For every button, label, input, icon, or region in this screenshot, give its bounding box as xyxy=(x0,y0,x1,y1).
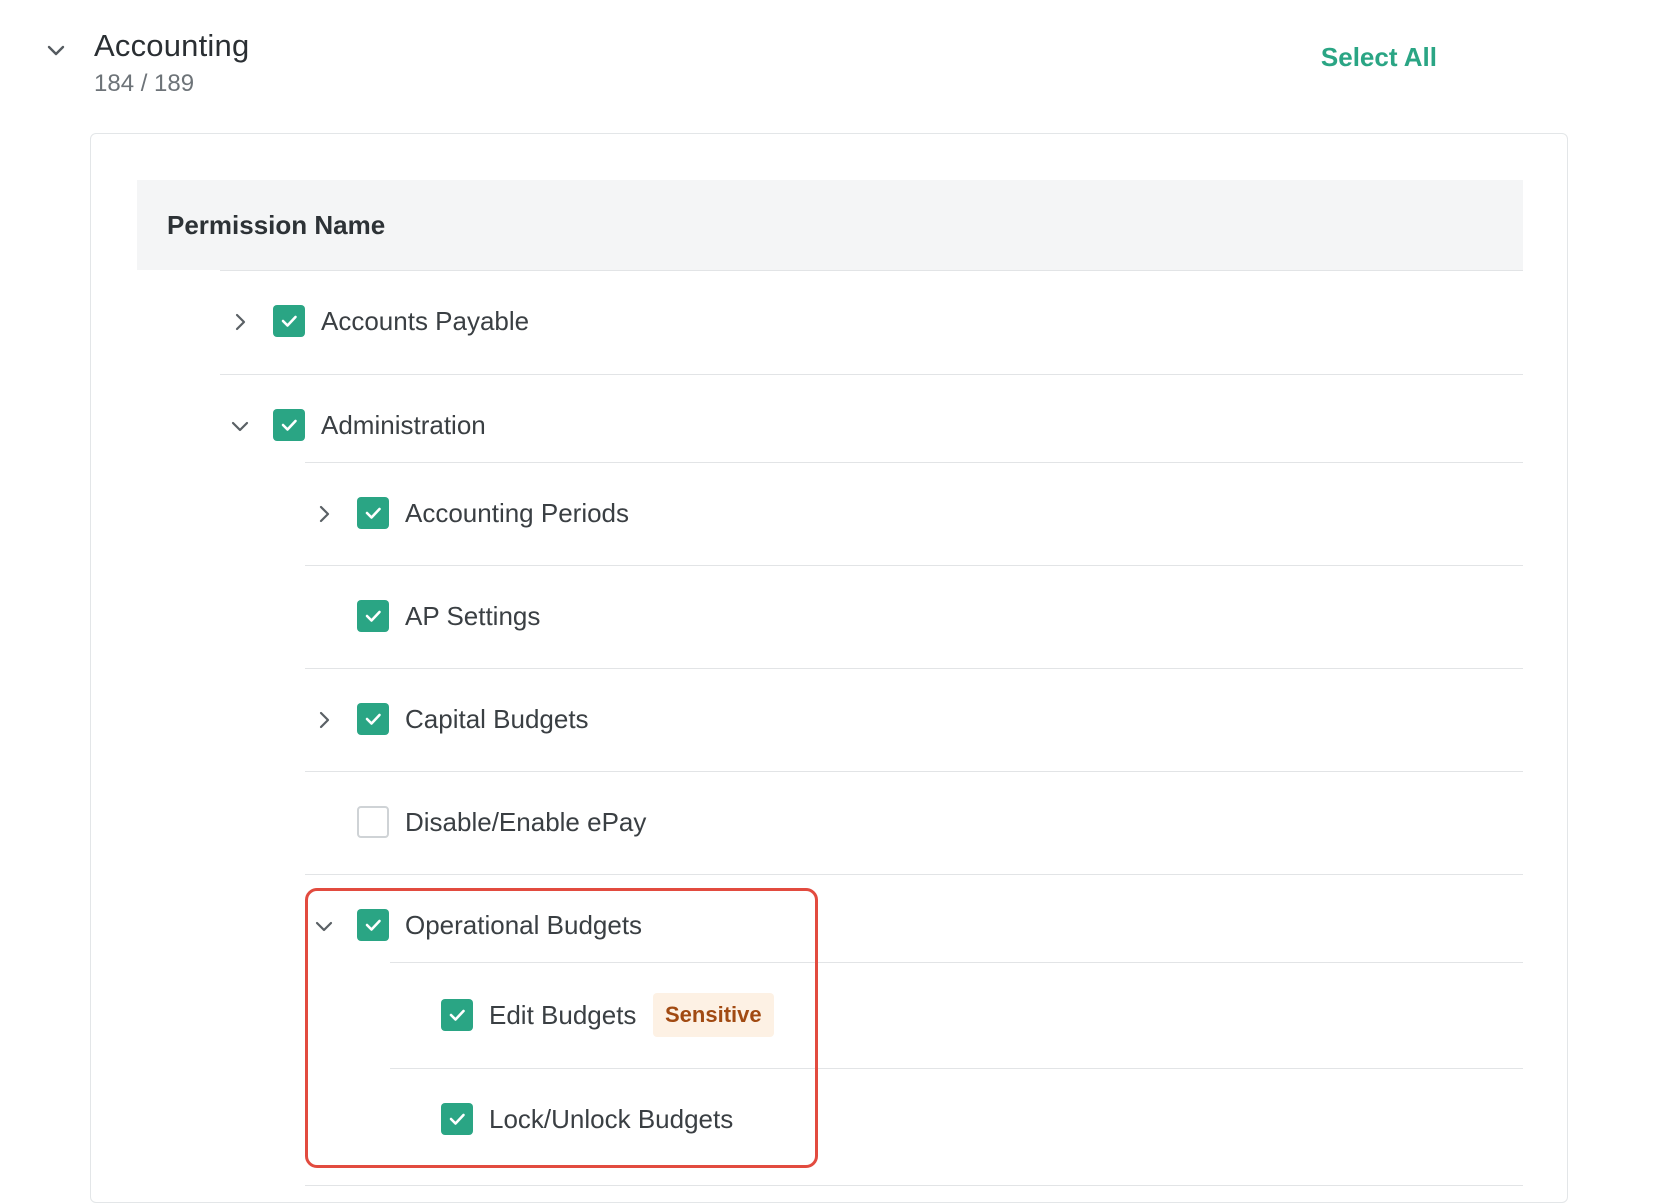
expand-accounting-periods-chevron-right-icon[interactable] xyxy=(313,503,335,525)
highlight-annotation-box xyxy=(305,888,818,1168)
checkbox-administration[interactable] xyxy=(273,409,305,441)
checkmark-icon xyxy=(281,315,297,327)
column-header-permission-name: Permission Name xyxy=(167,210,386,240)
permission-label-ap-settings: AP Settings xyxy=(405,601,541,631)
expand-capital-budgets-chevron-right-icon[interactable] xyxy=(313,709,335,731)
permission-label-accounts-payable: Accounts Payable xyxy=(321,306,530,336)
checkbox-capital-budgets[interactable] xyxy=(357,703,389,735)
checkbox-disable-enable-epay[interactable] xyxy=(357,806,389,838)
permission-label-administration: Administration xyxy=(321,410,486,440)
expand-accounts-payable-chevron-right-icon[interactable] xyxy=(229,311,251,333)
row-divider xyxy=(305,771,1523,772)
select-all-button[interactable]: Select All xyxy=(1321,42,1437,73)
row-divider xyxy=(220,374,1523,375)
checkbox-ap-settings[interactable] xyxy=(357,600,389,632)
checkbox-accounts-payable[interactable] xyxy=(273,305,305,337)
checkmark-icon xyxy=(365,713,381,725)
row-divider xyxy=(305,462,1523,463)
checkmark-icon xyxy=(365,507,381,519)
row-divider xyxy=(305,874,1523,875)
permission-label-capital-budgets: Capital Budgets xyxy=(405,704,589,734)
row-divider xyxy=(305,668,1523,669)
row-divider xyxy=(305,565,1523,566)
permission-label-disable-enable-epay: Disable/Enable ePay xyxy=(405,807,647,837)
checkmark-icon xyxy=(365,610,381,622)
row-divider xyxy=(220,270,1523,271)
section-title: Accounting xyxy=(94,28,250,63)
checkmark-icon xyxy=(281,419,297,431)
section-permission-count: 184 / 189 xyxy=(94,70,195,97)
checkbox-accounting-periods[interactable] xyxy=(357,497,389,529)
section-collapse-chevron-down-icon[interactable] xyxy=(44,38,68,62)
collapse-administration-chevron-down-icon[interactable] xyxy=(229,415,251,437)
permission-label-accounting-periods: Accounting Periods xyxy=(405,498,630,528)
